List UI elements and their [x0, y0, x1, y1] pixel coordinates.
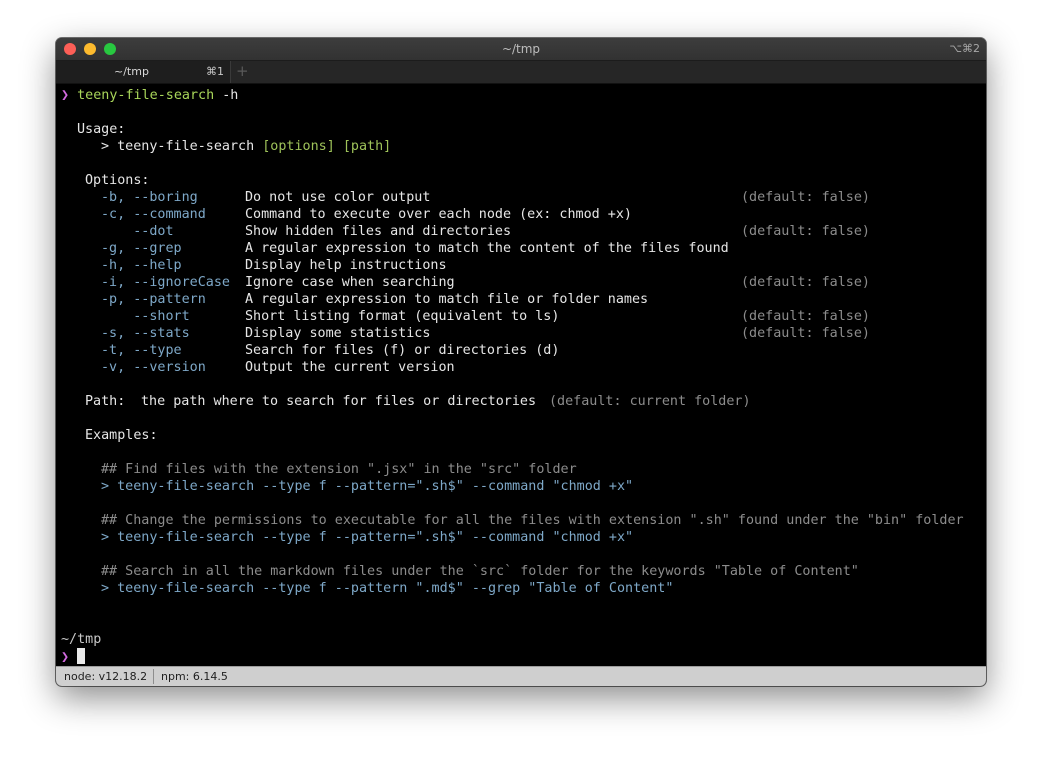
- status-bar: node: v12.18.2 npm: 6.14.5: [56, 666, 986, 686]
- option-desc: Display help instructions: [245, 258, 447, 273]
- option-flag: --dot: [101, 224, 174, 239]
- option-flag: -g, --grep: [101, 241, 182, 256]
- usage-args: [options] [path]: [262, 139, 392, 154]
- prompt-line: ❯ teeny-file-search -h: [61, 87, 238, 104]
- option-desc: Display some statistics: [245, 326, 431, 341]
- tab-tmp[interactable]: ~/tmp ⌘1: [56, 61, 231, 83]
- option-desc: Do not use color output: [245, 190, 431, 205]
- window-shortcut: ⌥⌘2: [949, 42, 980, 55]
- option-flag: -i, --ignoreCase: [101, 275, 230, 290]
- prompt-arrow-icon: ❯: [61, 650, 70, 665]
- option-default: (default: false): [741, 309, 870, 324]
- prompt-arrow-icon: ❯: [61, 88, 70, 103]
- command-arg: -h: [222, 88, 239, 103]
- option-flag: -s, --stats: [101, 326, 190, 341]
- option-desc: Ignore case when searching: [245, 275, 455, 290]
- option-flag: -c, --command: [101, 207, 206, 222]
- node-version: node: v12.18.2: [64, 670, 148, 683]
- option-flag: -h, --help: [101, 258, 182, 273]
- examples-heading: Examples:: [85, 428, 158, 443]
- option-desc: A regular expression to match file or fo…: [245, 292, 649, 307]
- command-name: teeny-file-search: [77, 88, 215, 103]
- example-comment: ## Change the permissions to executable …: [101, 513, 964, 528]
- example-command: > teeny-file-search --type f --pattern="…: [101, 530, 634, 545]
- option-flag: -p, --pattern: [101, 292, 206, 307]
- example-command: > teeny-file-search --type f --pattern "…: [101, 581, 674, 596]
- text-cursor: [77, 648, 86, 664]
- usage-cmd: teeny-file-search: [117, 139, 255, 154]
- option-desc: Output the current version: [245, 360, 455, 375]
- path-desc: the path where to search for files or di…: [141, 394, 537, 409]
- tab-label: ~/tmp: [114, 65, 149, 78]
- status-divider: [153, 669, 154, 684]
- option-flag: -b, --boring: [101, 190, 198, 205]
- path-heading: Path:: [85, 394, 126, 409]
- example-command: > teeny-file-search --type f --pattern="…: [101, 479, 634, 494]
- usage-line: > teeny-file-search [options] [path]: [101, 138, 391, 155]
- usage-heading: Usage:: [77, 122, 126, 137]
- option-default: (default: false): [741, 190, 870, 205]
- terminal-window: ~/tmp ⌥⌘2 ~/tmp ⌘1 + ❯ teeny-file-search…: [56, 38, 986, 686]
- option-flag: --short: [101, 309, 190, 324]
- option-desc: Search for files (f) or directories (d): [245, 343, 560, 358]
- input-prompt-line[interactable]: ❯: [61, 648, 86, 666]
- options-heading: Options:: [85, 173, 150, 188]
- option-desc: Command to execute over each node (ex: c…: [245, 207, 632, 222]
- option-flag: -v, --version: [101, 360, 206, 375]
- option-flag: -t, --type: [101, 343, 182, 358]
- tab-shortcut: ⌘1: [206, 65, 224, 78]
- new-tab-icon[interactable]: +: [236, 62, 249, 80]
- option-default: (default: false): [741, 326, 870, 341]
- example-comment: ## Search in all the markdown files unde…: [101, 564, 859, 579]
- title-bar[interactable]: ~/tmp ⌥⌘2: [56, 38, 986, 61]
- option-desc: Show hidden files and directories: [245, 224, 512, 239]
- option-desc: Short listing format (equivalent to ls): [245, 309, 560, 324]
- window-title: ~/tmp: [501, 42, 541, 56]
- example-comment: ## Find files with the extension ".jsx" …: [101, 462, 577, 477]
- path-default: (default: current folder): [549, 394, 751, 409]
- option-default: (default: false): [741, 275, 870, 290]
- npm-version: npm: 6.14.5: [161, 670, 228, 683]
- current-directory: ~/tmp: [61, 632, 102, 647]
- usage-prefix: >: [101, 139, 118, 154]
- tab-bar: ~/tmp ⌘1 +: [56, 61, 986, 84]
- option-desc: A regular expression to match the conten…: [245, 241, 729, 256]
- option-default: (default: false): [741, 224, 870, 239]
- terminal-output[interactable]: ❯ teeny-file-search -h Usage: > teeny-fi…: [56, 84, 986, 666]
